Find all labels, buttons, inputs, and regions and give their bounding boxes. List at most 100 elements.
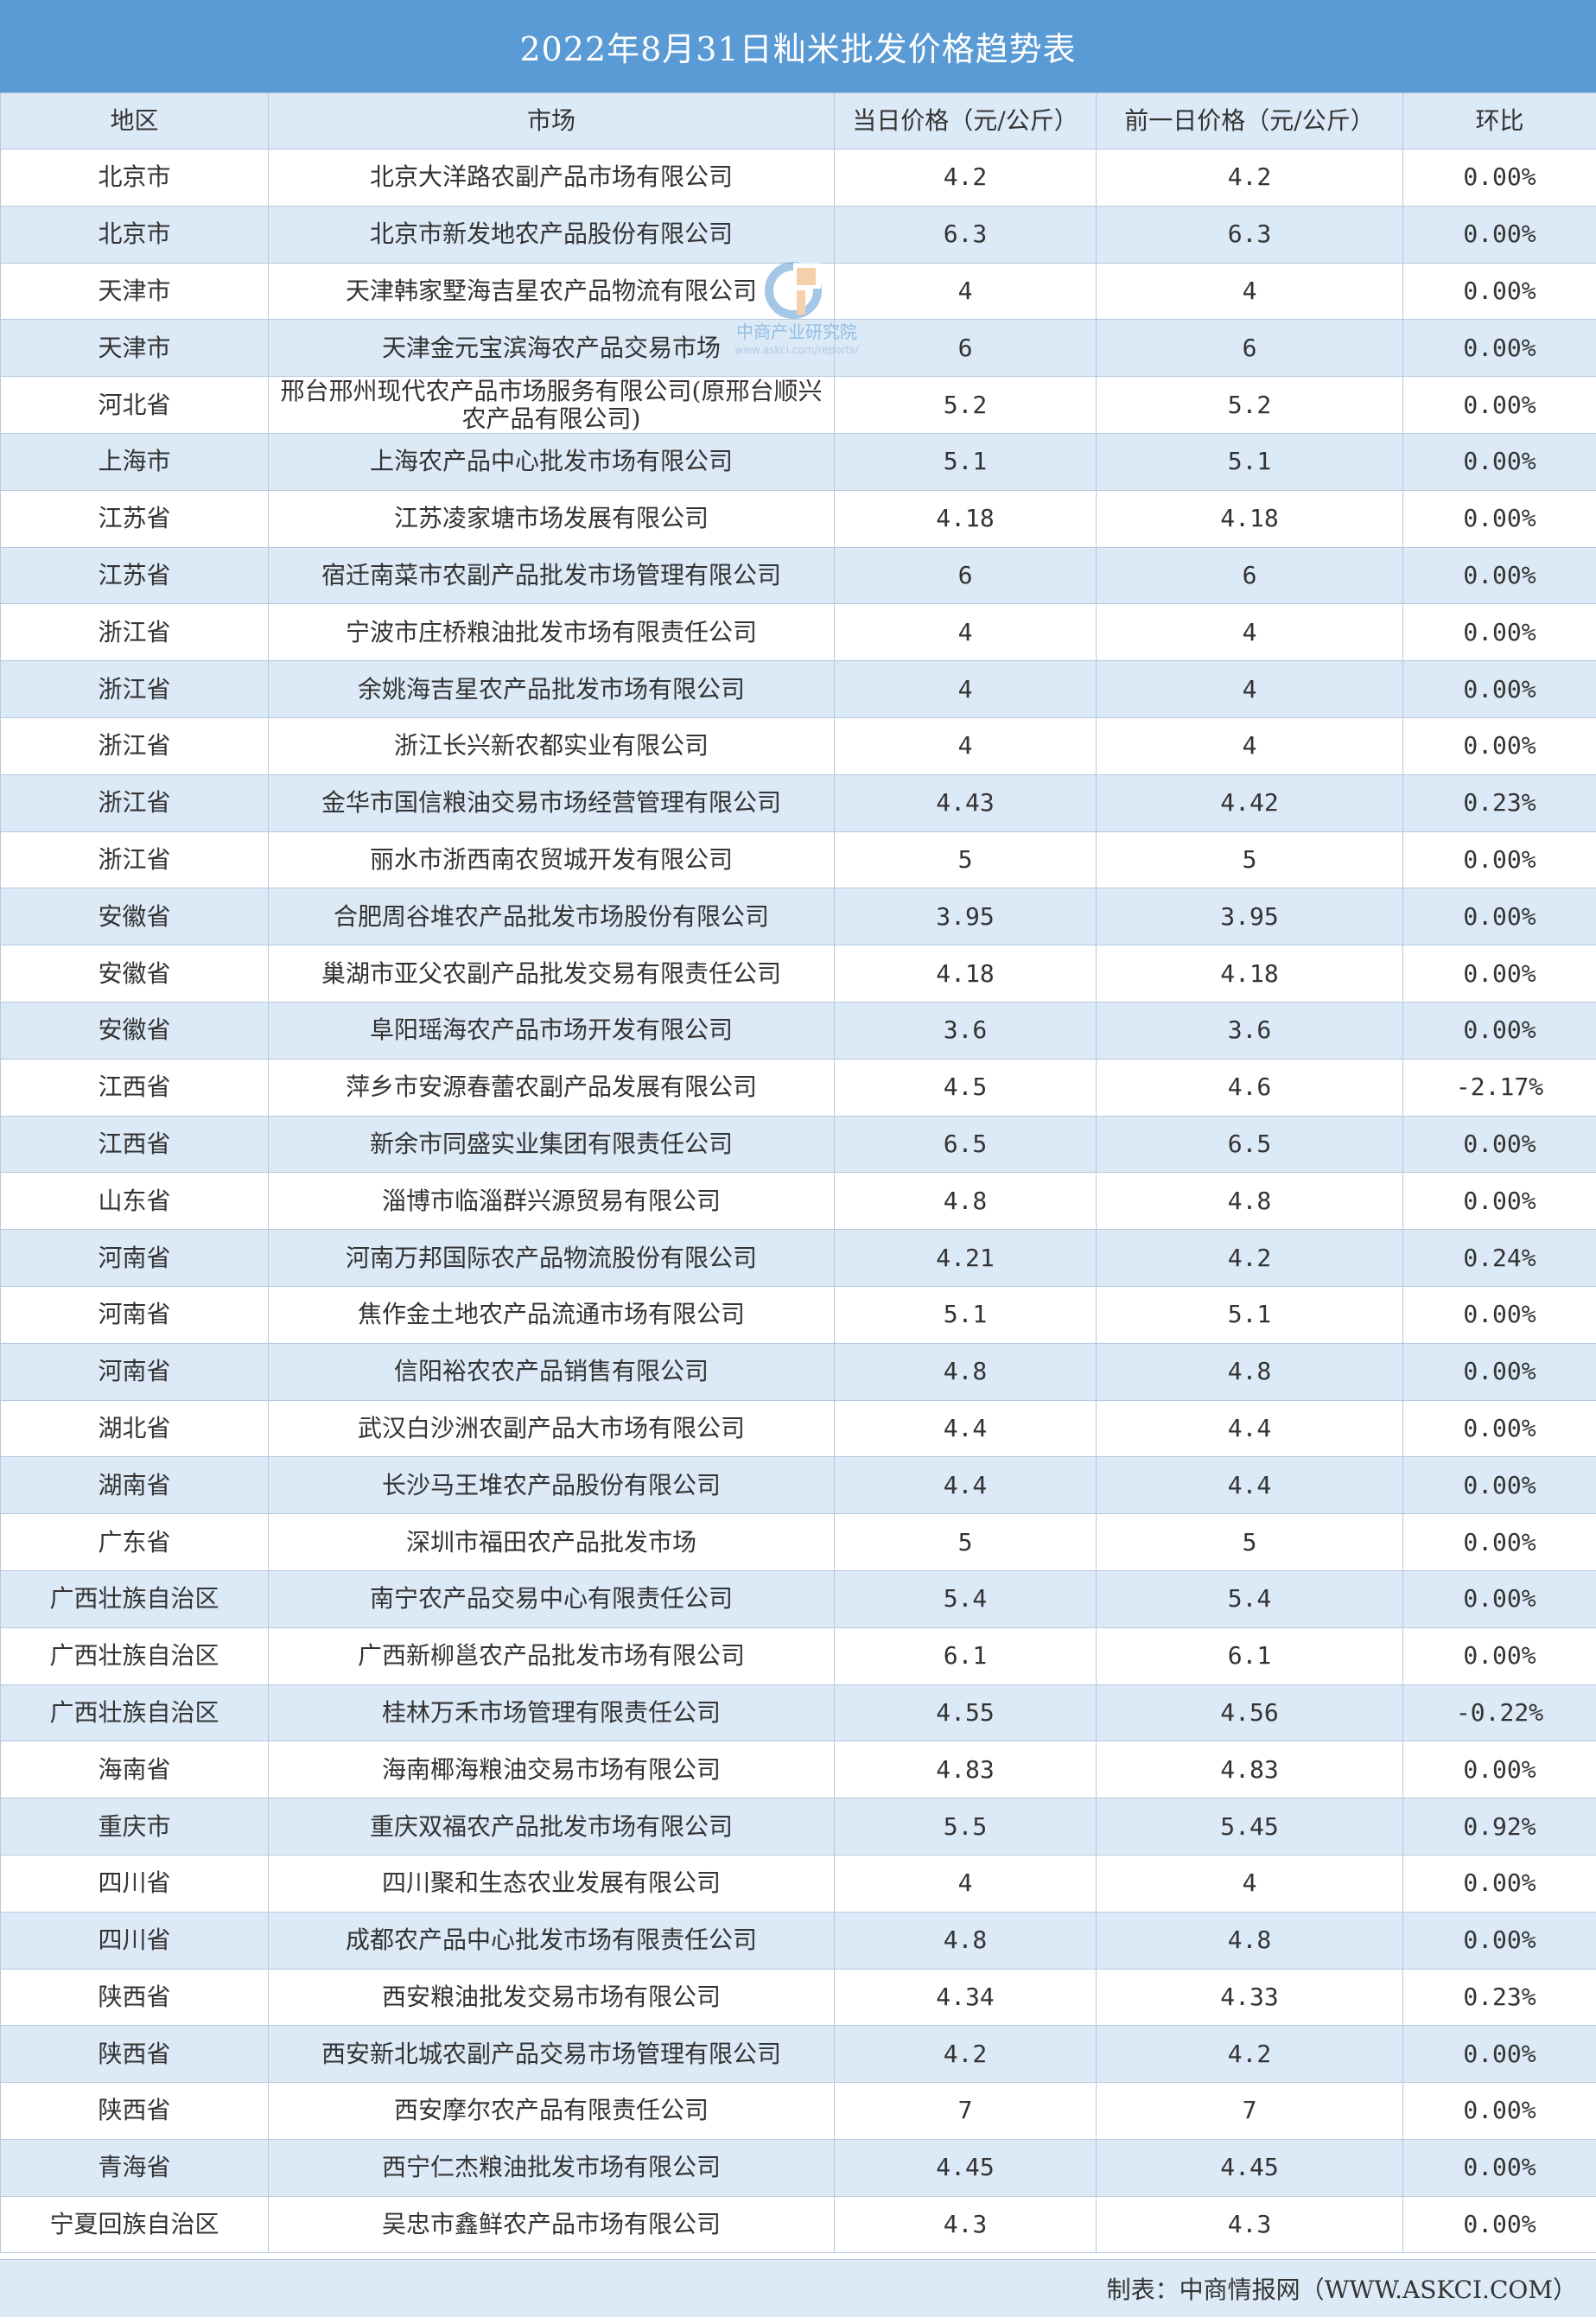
cell-prev-price: 6 (1096, 546, 1403, 605)
table-row: 重庆市 重庆双福农产品批发市场有限公司 5.5 5.45 0.92% (0, 1798, 1596, 1856)
table-row: 河北省 邢台邢州现代农产品市场服务有限公司(原邢台顺兴农产品有限公司) 5.2 5.2… (0, 376, 1596, 434)
cell-market: 合肥周谷堆农产品批发市场股份有限公司 (268, 888, 835, 946)
cell-today-price: 3.95 (834, 888, 1097, 946)
cell-today-price: 4.18 (834, 945, 1097, 1003)
cell-prev-price: 4.2 (1096, 149, 1403, 207)
cell-prev-price: 6.5 (1096, 1115, 1403, 1174)
cell-region: 广西壮族自治区 (0, 1569, 269, 1628)
table-row: 广西壮族自治区 桂林万禾市场管理有限责任公司 4.55 4.56 -0.22% (0, 1684, 1596, 1742)
cell-region: 广东省 (0, 1513, 269, 1571)
cell-prev-price: 5 (1096, 1513, 1403, 1571)
cell-prev-price: 4.2 (1096, 2025, 1403, 2084)
table-row: 安徽省 阜阳瑶海农产品市场开发有限公司 3.6 3.6 0.00% (0, 1001, 1596, 1060)
cell-market: 焦作金土地农产品流通市场有限公司 (268, 1285, 835, 1344)
table-row: 陕西省 西安粮油批发交易市场有限公司 4.34 4.33 0.23% (0, 1968, 1596, 2027)
table-row: 广西壮族自治区 广西新柳邕农产品批发市场有限公司 6.1 6.1 0.00% (0, 1626, 1596, 1685)
cell-ratio: 0.00% (1402, 262, 1596, 321)
cell-prev-price: 4 (1096, 660, 1403, 718)
cell-ratio: 0.23% (1402, 1968, 1596, 2027)
cell-region: 湖南省 (0, 1456, 269, 1515)
cell-region: 四川省 (0, 1854, 269, 1913)
cell-today-price: 4.55 (834, 1684, 1097, 1742)
cell-region: 天津市 (0, 319, 269, 378)
cell-prev-price: 6.3 (1096, 205, 1403, 264)
cell-ratio: 0.92% (1402, 1798, 1596, 1856)
cell-prev-price: 4 (1096, 603, 1403, 662)
cell-prev-price: 4.42 (1096, 773, 1403, 832)
table-row: 四川省 四川聚和生态农业发展有限公司 4 4 0.00% (0, 1854, 1596, 1913)
cell-today-price: 5.4 (834, 1569, 1097, 1628)
table-row: 北京市 北京大洋路农副产品市场有限公司 4.2 4.2 0.00% (0, 149, 1596, 207)
table-row: 陕西省 西安新北城农副产品交易市场管理有限公司 4.2 4.2 0.00% (0, 2025, 1596, 2084)
cell-market: 萍乡市安源春蕾农副产品发展有限公司 (268, 1058, 835, 1117)
cell-region: 广西壮族自治区 (0, 1684, 269, 1742)
cell-region: 陕西省 (0, 1968, 269, 2027)
cell-region: 重庆市 (0, 1798, 269, 1856)
cell-region: 海南省 (0, 1741, 269, 1799)
cell-prev-price: 5 (1096, 831, 1403, 889)
cell-prev-price: 4.8 (1096, 1911, 1403, 1970)
cell-today-price: 5 (834, 831, 1097, 889)
cell-prev-price: 5.4 (1096, 1569, 1403, 1628)
cell-prev-price: 5.1 (1096, 1285, 1403, 1344)
cell-today-price: 5.1 (834, 1285, 1097, 1344)
cell-market: 江苏凌家塘市场发展有限公司 (268, 489, 835, 548)
cell-region: 江西省 (0, 1115, 269, 1174)
cell-today-price: 4.21 (834, 1229, 1097, 1287)
cell-ratio: 0.00% (1402, 205, 1596, 264)
cell-today-price: 4.2 (834, 2025, 1097, 2084)
cell-ratio: 0.00% (1402, 1569, 1596, 1628)
cell-prev-price: 4.8 (1096, 1172, 1403, 1231)
table-row: 陕西省 西安摩尔农产品有限责任公司 7 7 0.00% (0, 2082, 1596, 2140)
cell-region: 宁夏回族自治区 (0, 2195, 269, 2254)
table-row: 广东省 深圳市福田农产品批发市场 5 5 0.00% (0, 1513, 1596, 1571)
cell-market: 重庆双福农产品批发市场有限公司 (268, 1798, 835, 1856)
table-row: 江苏省 江苏凌家塘市场发展有限公司 4.18 4.18 0.00% (0, 489, 1596, 548)
cell-ratio: 0.00% (1402, 1911, 1596, 1970)
cell-market: 宿迁南菜市农副产品批发市场管理有限公司 (268, 546, 835, 605)
cell-market: 宁波市庄桥粮油批发市场有限责任公司 (268, 603, 835, 662)
cell-region: 上海市 (0, 432, 269, 491)
cell-market: 广西新柳邕农产品批发市场有限公司 (268, 1626, 835, 1685)
table-row: 湖北省 武汉白沙洲农副产品大市场有限公司 4.4 4.4 0.00% (0, 1399, 1596, 1458)
cell-ratio: 0.00% (1402, 1456, 1596, 1515)
cell-ratio: 0.23% (1402, 773, 1596, 832)
cell-market: 阜阳瑶海农产品市场开发有限公司 (268, 1001, 835, 1060)
cell-today-price: 4 (834, 262, 1097, 321)
table-row: 江西省 萍乡市安源春蕾农副产品发展有限公司 4.5 4.6 -2.17% (0, 1058, 1596, 1117)
cell-ratio: 0.00% (1402, 831, 1596, 889)
cell-prev-price: 4.83 (1096, 1741, 1403, 1799)
cell-today-price: 4 (834, 660, 1097, 718)
cell-today-price: 6.1 (834, 1626, 1097, 1685)
cell-today-price: 4.8 (834, 1172, 1097, 1231)
cell-today-price: 5.5 (834, 1798, 1097, 1856)
cell-market: 巢湖市亚父农副产品批发交易有限责任公司 (268, 945, 835, 1003)
column-header-region: 地区 (0, 92, 269, 150)
cell-market: 长沙马王堆农产品股份有限公司 (268, 1456, 835, 1515)
cell-prev-price: 4.2 (1096, 1229, 1403, 1287)
cell-prev-price: 5.1 (1096, 432, 1403, 491)
cell-today-price: 7 (834, 2082, 1097, 2140)
cell-region: 广西壮族自治区 (0, 1626, 269, 1685)
cell-today-price: 4 (834, 1854, 1097, 1913)
cell-region: 山东省 (0, 1172, 269, 1231)
footer-source: 制表：中商情报网（WWW.ASKCI.COM） (1106, 2276, 1577, 2304)
cell-ratio: 0.00% (1402, 1513, 1596, 1571)
cell-ratio: 0.24% (1402, 1229, 1596, 1287)
cell-ratio: 0.00% (1402, 376, 1596, 434)
cell-ratio: 0.00% (1402, 2195, 1596, 2254)
cell-today-price: 4.2 (834, 149, 1097, 207)
table-row: 安徽省 巢湖市亚父农副产品批发交易有限责任公司 4.18 4.18 0.00% (0, 945, 1596, 1003)
table-row: 浙江省 余姚海吉星农产品批发市场有限公司 4 4 0.00% (0, 660, 1596, 718)
cell-today-price: 4.43 (834, 773, 1097, 832)
cell-market: 余姚海吉星农产品批发市场有限公司 (268, 660, 835, 718)
cell-ratio: 0.00% (1402, 432, 1596, 491)
table-row: 海南省 海南椰海粮油交易市场有限公司 4.83 4.83 0.00% (0, 1741, 1596, 1799)
cell-today-price: 6.3 (834, 205, 1097, 264)
cell-prev-price: 5.2 (1096, 376, 1403, 434)
cell-region: 河南省 (0, 1229, 269, 1287)
cell-prev-price: 4.8 (1096, 1342, 1403, 1401)
cell-region: 河南省 (0, 1342, 269, 1401)
table-row: 山东省 淄博市临淄群兴源贸易有限公司 4.8 4.8 0.00% (0, 1172, 1596, 1231)
cell-market: 丽水市浙西南农贸城开发有限公司 (268, 831, 835, 889)
